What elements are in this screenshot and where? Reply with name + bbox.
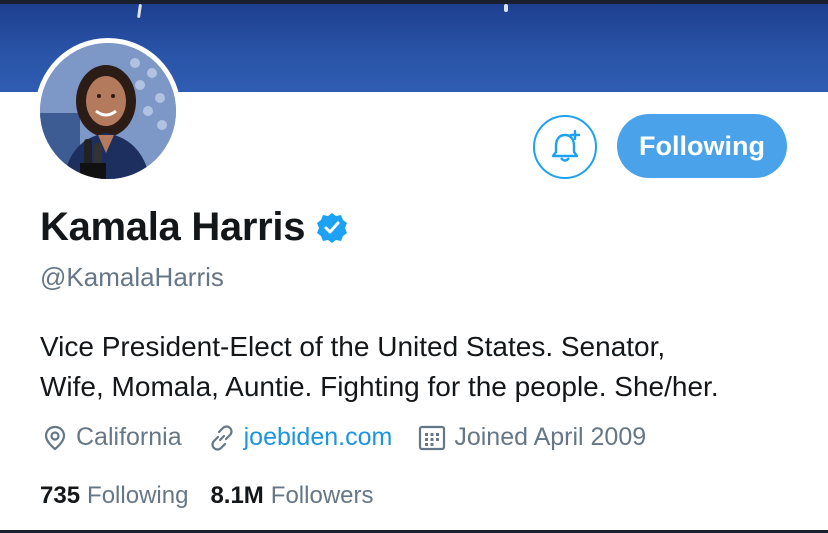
calendar-icon [419, 425, 446, 450]
following-button[interactable]: Following [617, 114, 787, 178]
bio-line: Wife, Momala, Auntie. Fighting for the p… [40, 371, 719, 402]
bio-line: Vice President-Elect of the United State… [40, 331, 666, 362]
followers-stat[interactable]: 8.1M Followers [210, 482, 373, 510]
location: California [42, 423, 182, 452]
bell-plus-icon [551, 129, 581, 162]
followers-label: Followers [270, 482, 374, 509]
profile-handle: @KamalaHarris [40, 262, 224, 292]
profile-photo-icon [40, 43, 176, 179]
link-icon [211, 424, 233, 451]
following-label: Following [87, 482, 189, 509]
banner-decoration [504, 4, 508, 12]
profile-name: Kamala Harris [40, 205, 306, 249]
avatar-photo [40, 43, 176, 179]
profile-bio: Vice President-Elect of the United State… [40, 327, 810, 407]
joined-text: Joined April 2009 [454, 423, 647, 451]
website[interactable]: joebiden.com [208, 423, 393, 452]
location-pin-icon [44, 425, 66, 450]
following-count: 735 [40, 482, 81, 509]
profile-meta: California joebiden.com Joined April 200… [42, 423, 672, 452]
avatar[interactable] [35, 38, 181, 184]
profile-name-row: Kamala Harris [40, 205, 349, 250]
following-stat[interactable]: 735 Following [40, 482, 188, 510]
joined-date: Joined April 2009 [418, 423, 646, 452]
banner-decoration [137, 4, 142, 19]
notifications-button[interactable] [533, 115, 597, 179]
profile-stats: 735 Following 8.1M Followers [40, 482, 396, 510]
website-link[interactable]: joebiden.com [244, 423, 393, 452]
followers-count: 8.1M [210, 482, 264, 509]
verified-badge-icon [317, 212, 348, 243]
location-text: California [76, 423, 182, 451]
